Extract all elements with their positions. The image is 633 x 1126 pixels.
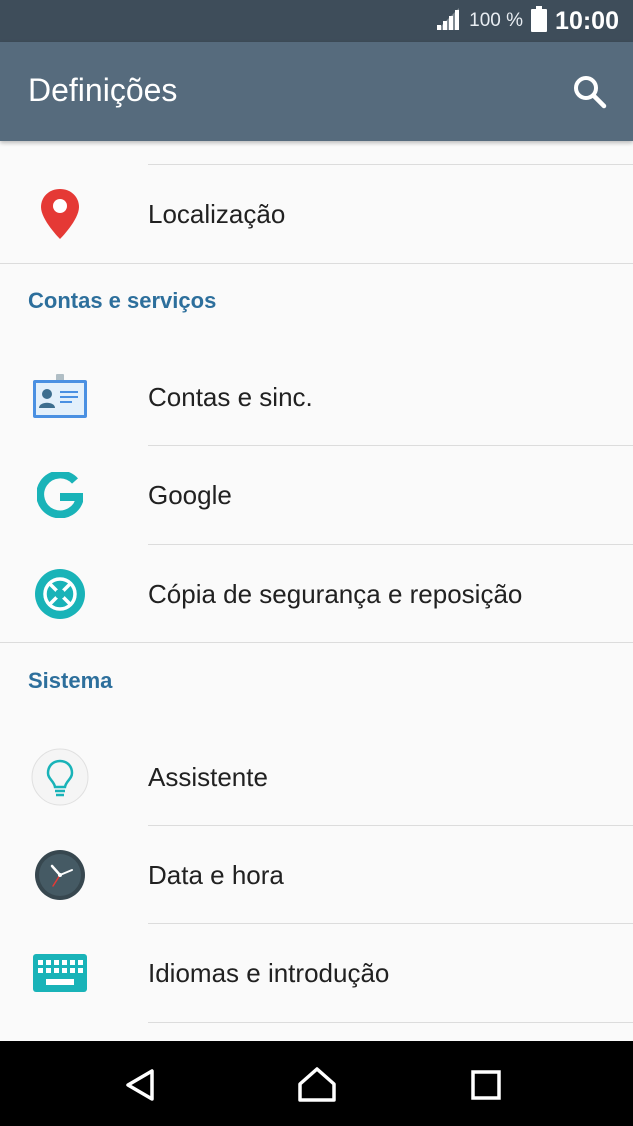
settings-item-label: Contas e sinc. [148,382,313,412]
home-button[interactable] [295,1063,339,1107]
battery-percent: 100 % [469,10,524,31]
navigation-bar [0,1041,633,1126]
settings-list: Localização Contas e serviços Contas e s… [0,141,633,1041]
back-icon [126,1069,154,1101]
home-icon [298,1067,336,1102]
settings-item-label: Idiomas e introdução [148,958,390,988]
google-icon [30,465,90,525]
battery-icon [531,5,548,37]
settings-item-languages-input[interactable]: Idiomas e introdução [0,924,633,1022]
divider [148,1022,633,1023]
settings-item-backup-reset[interactable]: Cópia de segurança e reposição [0,545,633,643]
settings-item-accounts-sync[interactable]: Contas e sinc. [0,348,633,446]
settings-item-label: Cópia de segurança e reposição [148,579,523,609]
settings-item-label: Data e hora [148,860,284,890]
section-header-system: Sistema [28,668,113,693]
divider [0,642,633,643]
recent-apps-icon [471,1070,501,1100]
app-bar: Definições [0,42,633,141]
settings-item-label: Assistente [148,762,268,792]
settings-item-date-time[interactable]: Data e hora [0,826,633,924]
signal-icon [435,7,461,35]
location-pin-icon [30,184,90,244]
recent-apps-button[interactable] [464,1063,508,1107]
clock: 10:00 [555,6,619,35]
settings-item-label: Google [148,480,232,510]
status-bar: 100 % 10:00 [0,0,633,42]
lightbulb-icon [30,747,90,807]
back-button[interactable] [118,1063,162,1107]
settings-item-label: Localização [148,199,286,229]
section-header-accounts: Contas e serviços [28,288,217,313]
search-button[interactable] [571,73,609,111]
settings-item-assistant[interactable]: Assistente [0,728,633,826]
search-icon [574,76,607,109]
settings-item-google[interactable]: Google [0,446,633,544]
backup-icon [30,564,90,624]
keyboard-icon [30,943,90,1003]
clock-icon [30,845,90,905]
page-title: Definições [28,72,178,108]
divider [0,263,633,264]
settings-item-location[interactable]: Localização [0,165,633,263]
contact-card-icon [30,367,90,427]
